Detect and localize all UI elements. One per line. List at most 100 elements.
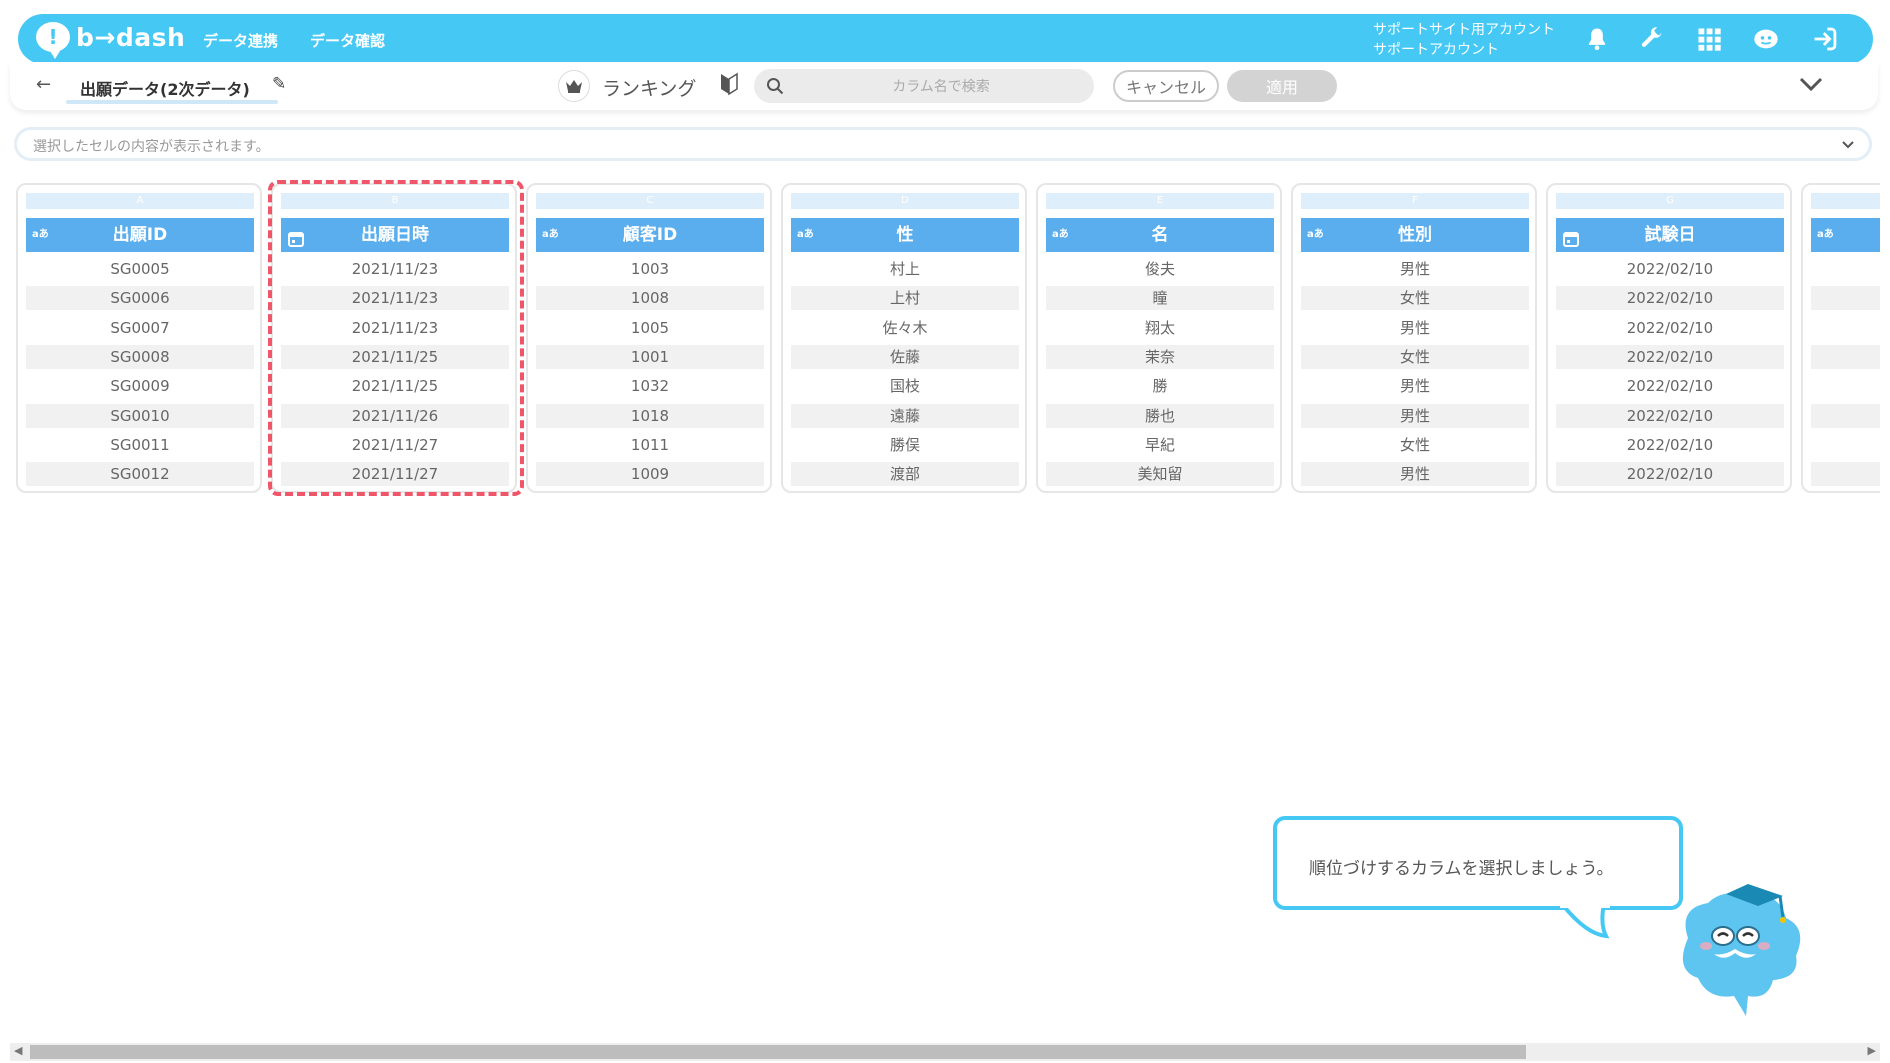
table-cell[interactable]: 渡部 — [791, 462, 1019, 487]
table-cell[interactable]: 遠藤 — [791, 403, 1019, 428]
table-cell[interactable]: SG0011 — [26, 433, 254, 457]
table-cell[interactable]: 2022/02/10 — [1556, 433, 1784, 457]
data-title[interactable]: 出願データ(2次データ) — [80, 76, 250, 100]
table-column[interactable]: Daあ 性村上 上村 佐々木 佐藤 国枝 遠藤 勝俣 渡部 — [781, 183, 1027, 493]
table-cell[interactable]: 1008 — [536, 286, 764, 311]
table-cell[interactable]: 男性 — [1301, 316, 1529, 340]
table-cell[interactable]: 2022/02/10 — [1556, 344, 1784, 369]
table-cell[interactable] — [1811, 316, 1880, 340]
table-cell[interactable]: 俊夫 — [1046, 257, 1274, 281]
logout-icon[interactable] — [1811, 25, 1839, 53]
nav-data-check[interactable]: データ確認 — [310, 30, 385, 51]
table-column[interactable]: Aaあ 出願ID SG0005 SG0006 SG0007 SG0008 SG0009 SG0… — [16, 183, 262, 493]
table-cell[interactable]: 国枝 — [791, 374, 1019, 398]
table-cell[interactable]: 佐々木 — [791, 316, 1019, 340]
table-cell[interactable]: 1009 — [536, 462, 764, 487]
table-cell[interactable]: SG0007 — [26, 316, 254, 340]
table-cell[interactable]: 瞳 — [1046, 286, 1274, 311]
table-cell[interactable] — [1811, 344, 1880, 369]
b-dash-logo[interactable]: ! b→dash — [36, 22, 185, 59]
account-info[interactable]: サポートサイト用アカウント サポートアカウント — [1373, 20, 1555, 60]
table-cell[interactable]: 男性 — [1301, 403, 1529, 428]
wrench-icon[interactable] — [1638, 25, 1666, 53]
table-cell[interactable]: 女性 — [1301, 433, 1529, 457]
table-cell[interactable]: 上村 — [791, 286, 1019, 311]
bell-icon[interactable] — [1583, 25, 1611, 53]
table-cell[interactable]: 男性 — [1301, 257, 1529, 281]
table-cell[interactable]: 村上 — [791, 257, 1019, 281]
table-cell[interactable]: 2022/02/10 — [1556, 286, 1784, 311]
table-cell[interactable]: 早紀 — [1046, 433, 1274, 457]
table-cell[interactable] — [1811, 286, 1880, 311]
table-cell[interactable]: SG0012 — [26, 462, 254, 487]
column-header[interactable]: aあ 出願ID — [26, 218, 254, 252]
column-header[interactable]: aあ 性別 — [1301, 218, 1529, 252]
table-cell[interactable]: 2021/11/25 — [281, 374, 509, 398]
search-input[interactable] — [794, 75, 1088, 99]
table-cell[interactable]: 2022/02/10 — [1556, 374, 1784, 398]
table-cell[interactable]: SG0010 — [26, 403, 254, 428]
pencil-icon[interactable]: ✎ — [272, 74, 286, 94]
expand-chevron-icon[interactable] — [1839, 135, 1857, 157]
table-cell[interactable]: 2022/02/10 — [1556, 257, 1784, 281]
table-cell[interactable]: 佐藤 — [791, 344, 1019, 369]
table-column[interactable]: Faあ 性別 男性 女性 男性 女性 男性 男性 女性 男性 — [1291, 183, 1537, 493]
table-cell[interactable]: SG0008 — [26, 344, 254, 369]
table-cell[interactable] — [1811, 433, 1880, 457]
table-cell[interactable]: SG0009 — [26, 374, 254, 398]
cancel-button[interactable]: キャンセル — [1113, 70, 1219, 102]
column-search-box[interactable] — [754, 69, 1094, 103]
horizontal-scrollbar[interactable]: ◀ ▶ — [10, 1043, 1880, 1061]
table-cell[interactable]: 男性 — [1301, 462, 1529, 487]
table-cell[interactable]: 2021/11/27 — [281, 462, 509, 487]
scroll-left-arrow-icon[interactable]: ◀ — [14, 1044, 22, 1057]
table-cell[interactable]: 1001 — [536, 344, 764, 369]
table-cell[interactable]: 女性 — [1301, 344, 1529, 369]
column-header[interactable]: aあ 顧客ID — [536, 218, 764, 252]
table-column[interactable]: Caあ 顧客ID 1003 1008 1005 1001 1032 1018 1011 1009 — [526, 183, 772, 493]
cell-content-display[interactable]: 選択したセルの内容が表示されます。 — [14, 127, 1872, 161]
table-cell[interactable] — [1811, 374, 1880, 398]
column-header[interactable]: 出願日時 — [281, 218, 509, 252]
table-cell[interactable]: 2022/02/10 — [1556, 316, 1784, 340]
table-cell[interactable] — [1811, 257, 1880, 281]
table-cell[interactable]: 翔太 — [1046, 316, 1274, 340]
apps-grid-icon[interactable] — [1695, 25, 1723, 53]
back-arrow-icon[interactable]: ← — [36, 74, 51, 95]
column-header[interactable]: aあ 性 — [791, 218, 1019, 252]
chevron-down-icon[interactable] — [1798, 74, 1824, 98]
table-cell[interactable]: 2021/11/23 — [281, 286, 509, 311]
table-cell[interactable]: 女性 — [1301, 286, 1529, 311]
table-cell[interactable]: 1011 — [536, 433, 764, 457]
table-column[interactable]: aあ — [1801, 183, 1880, 493]
table-cell[interactable]: 勝俣 — [791, 433, 1019, 457]
table-cell[interactable]: 2022/02/10 — [1556, 462, 1784, 487]
beginner-guide-icon[interactable] — [720, 72, 738, 100]
table-cell[interactable]: 2021/11/25 — [281, 344, 509, 369]
table-cell[interactable]: 2021/11/23 — [281, 316, 509, 340]
table-cell[interactable]: 1003 — [536, 257, 764, 281]
table-cell[interactable]: SG0006 — [26, 286, 254, 311]
support-character-icon[interactable] — [1752, 25, 1780, 53]
table-cell[interactable]: SG0005 — [26, 257, 254, 281]
nav-data-link[interactable]: データ連携 — [203, 30, 278, 51]
table-cell[interactable]: 2022/02/10 — [1556, 403, 1784, 428]
table-cell[interactable]: 男性 — [1301, 374, 1529, 398]
table-cell[interactable] — [1811, 462, 1880, 487]
table-cell[interactable]: 2021/11/23 — [281, 257, 509, 281]
table-cell[interactable]: 勝也 — [1046, 403, 1274, 428]
table-cell[interactable]: 茉奈 — [1046, 344, 1274, 369]
table-column[interactable]: B 出願日時 2021/11/23 2021/11/23 2021/11/23 2021/… — [271, 183, 517, 493]
column-header[interactable]: aあ 名 — [1046, 218, 1274, 252]
column-header[interactable]: 試験日 — [1556, 218, 1784, 252]
table-column[interactable]: Eaあ 名俊夫瞳翔太 茉奈勝勝也 早紀 美知留 — [1036, 183, 1282, 493]
table-cell[interactable]: 2021/11/26 — [281, 403, 509, 428]
scroll-right-arrow-icon[interactable]: ▶ — [1868, 1044, 1876, 1057]
table-column[interactable]: G 試験日 2022/02/10 2022/02/10 2022/02/10 2022/0… — [1546, 183, 1792, 493]
table-cell[interactable]: 勝 — [1046, 374, 1274, 398]
column-header[interactable]: aあ — [1811, 218, 1880, 252]
apply-button[interactable]: 適用 — [1227, 70, 1337, 102]
table-cell[interactable] — [1811, 403, 1880, 428]
table-cell[interactable]: 1018 — [536, 403, 764, 428]
table-cell[interactable]: 2021/11/27 — [281, 433, 509, 457]
